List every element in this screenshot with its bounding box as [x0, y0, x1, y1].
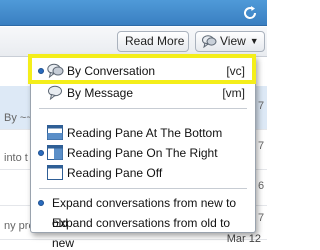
menu-divider: [39, 188, 247, 189]
menu-item-label: Expand conversations from old to new: [52, 216, 231, 250]
view-menu: By Conversation [vc] By Message [vm] Rea…: [28, 54, 256, 250]
view-button[interactable]: View ▼: [195, 31, 265, 52]
row-count: 6: [258, 180, 265, 192]
menu-item-label: Reading Pane Off: [67, 166, 163, 180]
menu-item-reading-pane-bottom[interactable]: Reading Pane At The Bottom: [31, 123, 255, 143]
row-count: 7: [258, 140, 265, 152]
menu-item-reading-pane-right[interactable]: Reading Pane On The Right: [31, 143, 255, 163]
menu-item-label: By Conversation: [67, 64, 156, 78]
menu-item-expand-old-to-new[interactable]: Expand conversations from old to new: [31, 213, 255, 250]
read-more-button[interactable]: Read More: [117, 31, 189, 52]
row-snippet: into t: [4, 152, 28, 164]
message-icon: [47, 85, 64, 106]
menu-divider: [39, 108, 247, 109]
menu-item-label: Reading Pane On The Right: [67, 146, 218, 160]
row-count: 7: [258, 212, 265, 224]
title-bar: [0, 0, 267, 26]
row-count: 7: [258, 100, 265, 112]
menu-item-by-conversation[interactable]: By Conversation [vc]: [31, 61, 255, 81]
refresh-icon[interactable]: [241, 4, 259, 22]
menu-item-shortcut: [vm]: [222, 86, 245, 100]
chevron-down-icon: ▼: [249, 36, 259, 46]
menu-item-reading-pane-off[interactable]: Reading Pane Off: [31, 163, 255, 183]
selected-dot: [38, 68, 44, 74]
menu-item-shortcut: [vc]: [226, 64, 245, 78]
menu-item-label: Reading Pane At The Bottom: [67, 126, 223, 140]
menu-item-by-message[interactable]: By Message [vm]: [31, 83, 255, 103]
selected-dot: [38, 150, 44, 156]
selected-dot: [38, 200, 44, 206]
conversation-icon: [47, 63, 64, 84]
view-button-label: View: [220, 34, 246, 48]
menu-item-expand-new-to-old[interactable]: Expand conversations from new to old: [31, 193, 255, 230]
toolbar: Read More View ▼: [0, 27, 267, 57]
pane-off-icon: [47, 165, 63, 186]
menu-item-label: By Message: [67, 86, 134, 100]
conversation-icon: [202, 35, 217, 54]
